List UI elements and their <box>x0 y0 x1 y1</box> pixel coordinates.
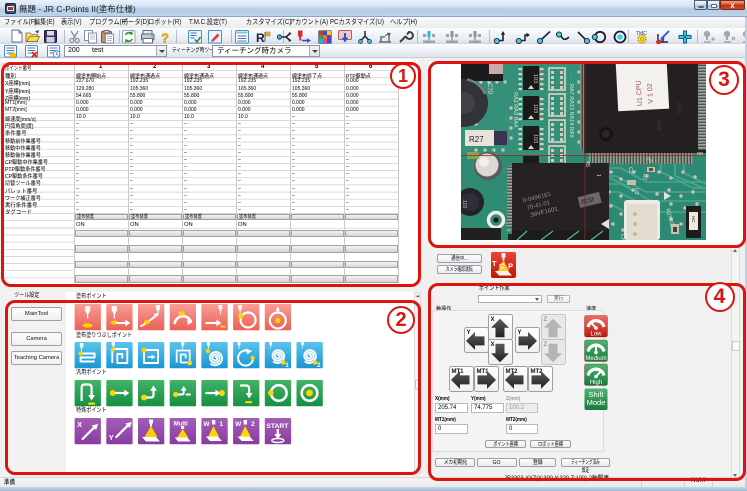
svg-text:C: C <box>499 262 505 271</box>
svg-text:T: T <box>492 259 497 268</box>
svg-text:P: P <box>508 262 513 271</box>
